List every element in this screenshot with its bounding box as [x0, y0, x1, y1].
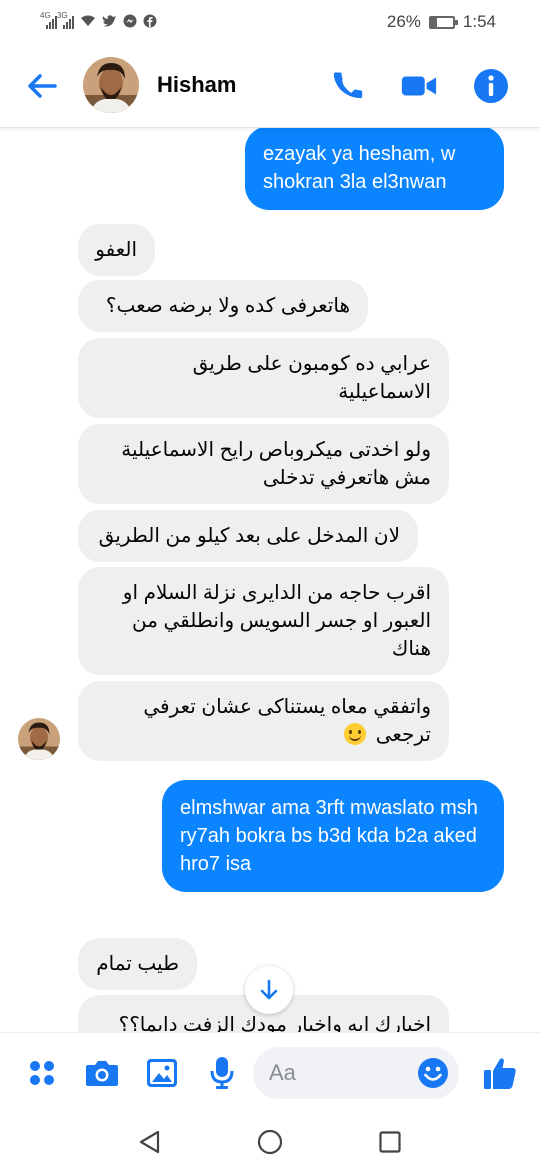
emoji-icon[interactable]	[417, 1057, 449, 1089]
message-text: عرابي ده كومبون على طريق الاسماعيلية	[192, 353, 431, 403]
contact-name[interactable]: Hisham	[157, 72, 236, 98]
recents-square-icon[interactable]	[376, 1128, 404, 1156]
message-text: ezayak ya hesham, w shokran 3la el3nwan	[263, 143, 456, 193]
back-arrow-icon[interactable]	[24, 68, 60, 104]
system-navigation-bar	[0, 1112, 540, 1170]
message-text: طيب تمام	[96, 953, 179, 975]
message-bubble-received[interactable]: اقرب حاجه من الدايرى نزلة السلام او العب…	[78, 567, 449, 675]
phone-icon[interactable]	[329, 67, 367, 105]
status-bar-left: 4G 3G	[40, 11, 157, 31]
message-text: ولو اخدتى ميكروباص رايح الاسماعيلية مش ه…	[121, 439, 431, 489]
scroll-to-bottom-button[interactable]	[245, 966, 293, 1014]
microphone-icon[interactable]	[202, 1053, 242, 1093]
apps-grid-icon[interactable]	[22, 1053, 62, 1093]
network-type-label-2: 3G	[57, 11, 68, 20]
signal-icon-2: 3G	[57, 11, 74, 29]
messenger-icon	[123, 14, 137, 31]
message-input-container[interactable]	[253, 1047, 459, 1099]
contact-avatar[interactable]	[83, 57, 139, 113]
network-type-label: 4G	[40, 11, 51, 20]
message-bubble-received[interactable]: عرابي ده كومبون على طريق الاسماعيلية	[78, 338, 449, 418]
message-bubble-sent[interactable]: elmshwar ama 3rft mwaslato msh ry7ah bok…	[162, 780, 504, 892]
camera-icon[interactable]	[82, 1053, 122, 1093]
message-input[interactable]	[269, 1059, 409, 1087]
battery-icon	[428, 15, 458, 29]
video-call-icon[interactable]	[400, 67, 438, 105]
message-bubble-received[interactable]: ولو اخدتى ميكروباص رايح الاسماعيلية مش ه…	[78, 424, 449, 504]
message-bubble-received[interactable]: واتفقي معاه يستناكى عشان تعرفي ترجعى	[78, 681, 449, 761]
back-triangle-icon[interactable]	[136, 1128, 164, 1156]
home-circle-icon[interactable]	[256, 1128, 284, 1156]
message-bubble-received[interactable]: لان المدخل على بعد كيلو من الطريق	[78, 510, 418, 562]
message-text: واتفقي معاه يستناكى عشان تعرفي ترجعى	[143, 696, 431, 746]
message-bubble-received[interactable]: طيب تمام	[78, 938, 197, 990]
message-text: هاتعرفى كده ولا برضه صعب؟	[105, 295, 350, 317]
smiling-face-emoji	[344, 723, 367, 745]
composer-bar	[0, 1032, 540, 1112]
message-text: elmshwar ama 3rft mwaslato msh ry7ah bok…	[180, 797, 478, 875]
message-text: اخبارك ايه واخبار مودك الزفت دايما؟؟	[118, 1014, 431, 1032]
signal-icon: 4G	[40, 11, 57, 29]
message-thread[interactable]: ezayak ya hesham, w shokran 3la el3nwan …	[0, 128, 540, 1032]
thumbs-up-icon[interactable]	[480, 1053, 520, 1093]
message-bubble-received[interactable]: العفو	[78, 224, 155, 276]
message-bubble-received[interactable]: هاتعرفى كده ولا برضه صعب؟	[78, 280, 368, 332]
status-bar-right: 26% 1:54	[387, 12, 496, 32]
conversation-header: Hisham	[0, 44, 540, 128]
facebook-icon	[143, 14, 157, 31]
battery-percent: 26%	[386, 12, 421, 31]
twitter-icon	[102, 14, 117, 30]
gallery-icon[interactable]	[142, 1053, 182, 1093]
arrow-down-icon	[260, 979, 278, 1000]
contact-avatar-small[interactable]	[18, 718, 60, 760]
clock: 1:54	[462, 12, 496, 31]
message-text: لان المدخل على بعد كيلو من الطريق	[98, 525, 400, 547]
message-text: العفو	[95, 239, 137, 261]
message-bubble-sent[interactable]: ezayak ya hesham, w shokran 3la el3nwan	[245, 128, 504, 210]
status-bar: 4G 3G 26% 1:54	[0, 0, 540, 44]
message-text: اقرب حاجه من الدايرى نزلة السلام او العب…	[122, 582, 431, 660]
info-icon[interactable]	[472, 67, 510, 105]
wifi-icon	[80, 14, 96, 30]
